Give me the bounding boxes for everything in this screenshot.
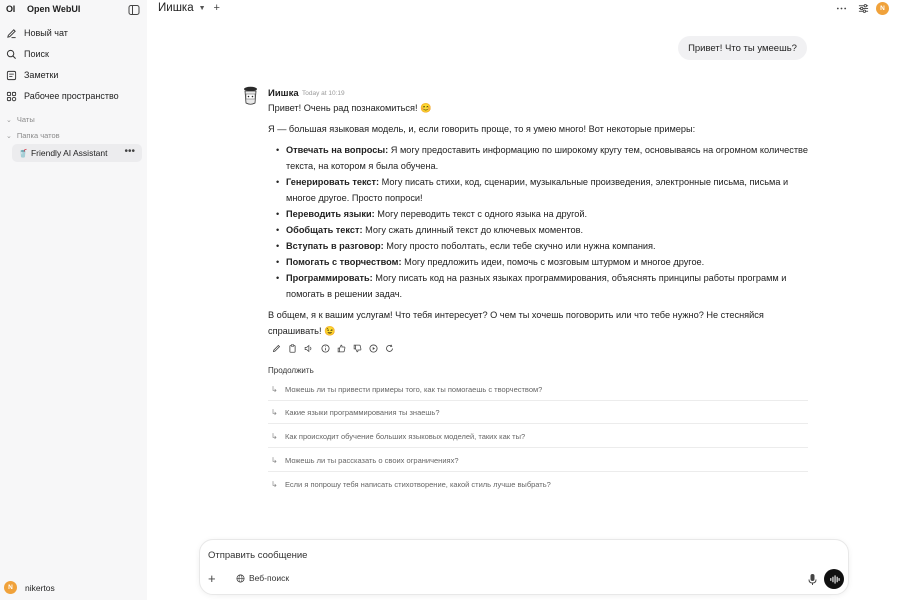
speaker-icon[interactable]: [303, 343, 314, 354]
folder-section-label: Папка чатов: [16, 131, 60, 140]
user-menu[interactable]: N nikertos: [4, 581, 55, 594]
globe-icon: [236, 574, 245, 582]
chats-section-label: Чаты: [16, 115, 35, 124]
reply-arrow-icon: ↳: [271, 456, 278, 465]
list-item: Обобщать текст: Могу сжать длинный текст…: [276, 222, 810, 238]
assistant-intro: Я — большая языковая модель, и, если гов…: [268, 124, 696, 134]
chevron-down-icon: ⌄: [6, 116, 12, 124]
model-name: Иишка: [158, 2, 194, 14]
attach-plus-icon[interactable]: +: [208, 572, 220, 585]
reply-arrow-icon: ↳: [271, 408, 278, 417]
list-item-text: Могу предложить идеи, помочь с мозговым …: [401, 257, 705, 267]
assistant-avatar-icon: [242, 86, 259, 106]
audio-wave-icon: [829, 574, 840, 584]
header-avatar[interactable]: N: [876, 2, 889, 15]
continue-title: Продолжить: [268, 366, 314, 375]
suggestion-item[interactable]: ↳ Можешь ли ты привести примеры того, как…: [268, 379, 808, 401]
notes-label: Заметки: [24, 70, 59, 80]
list-item-title: Помогать с творчеством:: [286, 257, 402, 267]
workspace-button[interactable]: Рабочее пространство: [6, 87, 142, 105]
notes-button[interactable]: Заметки: [6, 66, 142, 84]
workspace-icon: [6, 91, 17, 101]
chat-emoji: 🥤: [18, 148, 28, 158]
search-label: Поиск: [24, 49, 49, 59]
workspace-label: Рабочее пространство: [24, 91, 119, 101]
capabilities-list: Отвечать на вопросы: Я могу предоставить…: [276, 142, 810, 302]
chat-item-label: Friendly AI Assistant: [30, 148, 108, 158]
assistant-outro: В общем, я к вашим услугам! Что тебя инт…: [268, 310, 764, 336]
list-item-title: Обобщать текст:: [286, 225, 363, 235]
settings-sliders-icon[interactable]: [858, 3, 869, 14]
list-item-title: Вступать в разговор:: [286, 241, 384, 251]
regenerate-icon[interactable]: [384, 343, 395, 354]
thumbs-down-icon[interactable]: [352, 343, 363, 354]
list-item-title: Отвечать на вопросы:: [286, 145, 389, 155]
suggestion-text: Можешь ли ты рассказать о своих ограниче…: [285, 456, 459, 465]
avatar: N: [4, 581, 17, 594]
list-item-text: Могу сжать длинный текст до ключевых мом…: [362, 225, 584, 235]
chats-section-toggle[interactable]: ⌄ Чаты: [6, 115, 35, 124]
suggestion-item[interactable]: ↳ Какие языки программирования ты знаешь?: [268, 402, 808, 424]
list-item: Отвечать на вопросы: Я могу предоставить…: [276, 142, 810, 174]
list-item: Генерировать текст: Могу писать стихи, к…: [276, 174, 810, 206]
list-item-text: Могу переводить текст с одного языка на …: [374, 209, 588, 219]
sidebar-chat-item[interactable]: 🥤 Friendly AI Assistant •••: [12, 144, 142, 162]
add-model-icon[interactable]: +: [214, 2, 220, 14]
copy-icon[interactable]: [287, 343, 298, 354]
reply-arrow-icon: ↳: [271, 479, 278, 489]
sidebar-header: OI Open WebUI: [0, 0, 147, 20]
new-chat-button[interactable]: Новый чат: [6, 24, 142, 42]
sidebar: OI Open WebUI Новый чат Поиск Заметки Ра…: [0, 0, 147, 600]
microphone-icon[interactable]: [807, 573, 818, 586]
more-icon[interactable]: [836, 3, 847, 14]
chevron-down-icon: ⌄: [6, 132, 12, 140]
suggestion-text: Если я попрошу тебя написать стихотворен…: [285, 479, 551, 489]
edit-icon[interactable]: [271, 343, 282, 354]
voice-mode-button[interactable]: [824, 569, 844, 589]
folder-section-toggle[interactable]: ⌄ Папка чатов: [6, 131, 60, 140]
brand-name: Open WebUI: [27, 4, 81, 14]
list-item-title: Генерировать текст:: [286, 177, 380, 187]
list-item: Вступать в разговор: Могу просто поболта…: [276, 238, 810, 254]
list-item-text: Могу просто поболтать, если тебе скучно …: [383, 241, 656, 251]
assistant-name: Иишка: [268, 88, 299, 99]
list-item-title: Переводить языки:: [286, 209, 375, 219]
notes-icon: [6, 70, 17, 80]
suggestion-text: Как происходит обучение больших языковых…: [285, 432, 526, 441]
assistant-greeting: Привет! Очень рад познакомиться! 😊: [268, 103, 432, 113]
message-timestamp: Today at 10:19: [302, 90, 345, 97]
message-input[interactable]: [208, 550, 808, 561]
edit-icon: [7, 28, 16, 38]
suggestion-item[interactable]: ↳ Как происходит обучение больших языковы…: [268, 426, 808, 448]
list-item: Помогать с творчеством: Могу предложить …: [276, 254, 810, 270]
message-actions: [271, 343, 401, 354]
suggestion-text: Можешь ли ты привести примеры того, как …: [285, 385, 543, 394]
list-item-title: Программировать:: [286, 273, 373, 283]
reply-arrow-icon: ↳: [271, 432, 278, 441]
chevron-down-icon: ▼: [198, 4, 206, 12]
thumbs-up-icon[interactable]: [336, 343, 347, 354]
play-icon[interactable]: [368, 343, 379, 354]
suggestion-text: Какие языки программирования ты знаешь?: [285, 408, 440, 417]
message-composer: + Веб-поиск: [199, 539, 849, 595]
suggestion-item[interactable]: ↳ Можешь ли ты рассказать о своих огранич…: [268, 450, 808, 472]
search-icon: [6, 49, 16, 59]
new-chat-label: Новый чат: [24, 28, 68, 38]
search-button[interactable]: Поиск: [6, 45, 142, 63]
model-selector[interactable]: Иишка ▼ +: [158, 2, 220, 14]
info-icon[interactable]: [320, 343, 331, 354]
web-search-label: Веб-поиск: [249, 573, 290, 583]
list-item: Переводить языки: Могу переводить текст …: [276, 206, 810, 222]
more-options-icon[interactable]: •••: [124, 146, 135, 157]
user-message-bubble: Привет! Что ты умеешь?: [678, 36, 807, 60]
logo: OI: [6, 4, 15, 14]
sidebar-toggle-icon[interactable]: [128, 4, 140, 16]
user-name: nikertos: [25, 582, 55, 593]
web-search-button[interactable]: Веб-поиск: [236, 573, 289, 583]
header-actions: [836, 3, 880, 14]
suggestion-item[interactable]: ↳ Если я попрошу тебя написать стихотворе…: [268, 473, 808, 495]
list-item: Программировать: Могу писать код на разн…: [276, 270, 810, 302]
reply-arrow-icon: ↳: [271, 385, 278, 394]
